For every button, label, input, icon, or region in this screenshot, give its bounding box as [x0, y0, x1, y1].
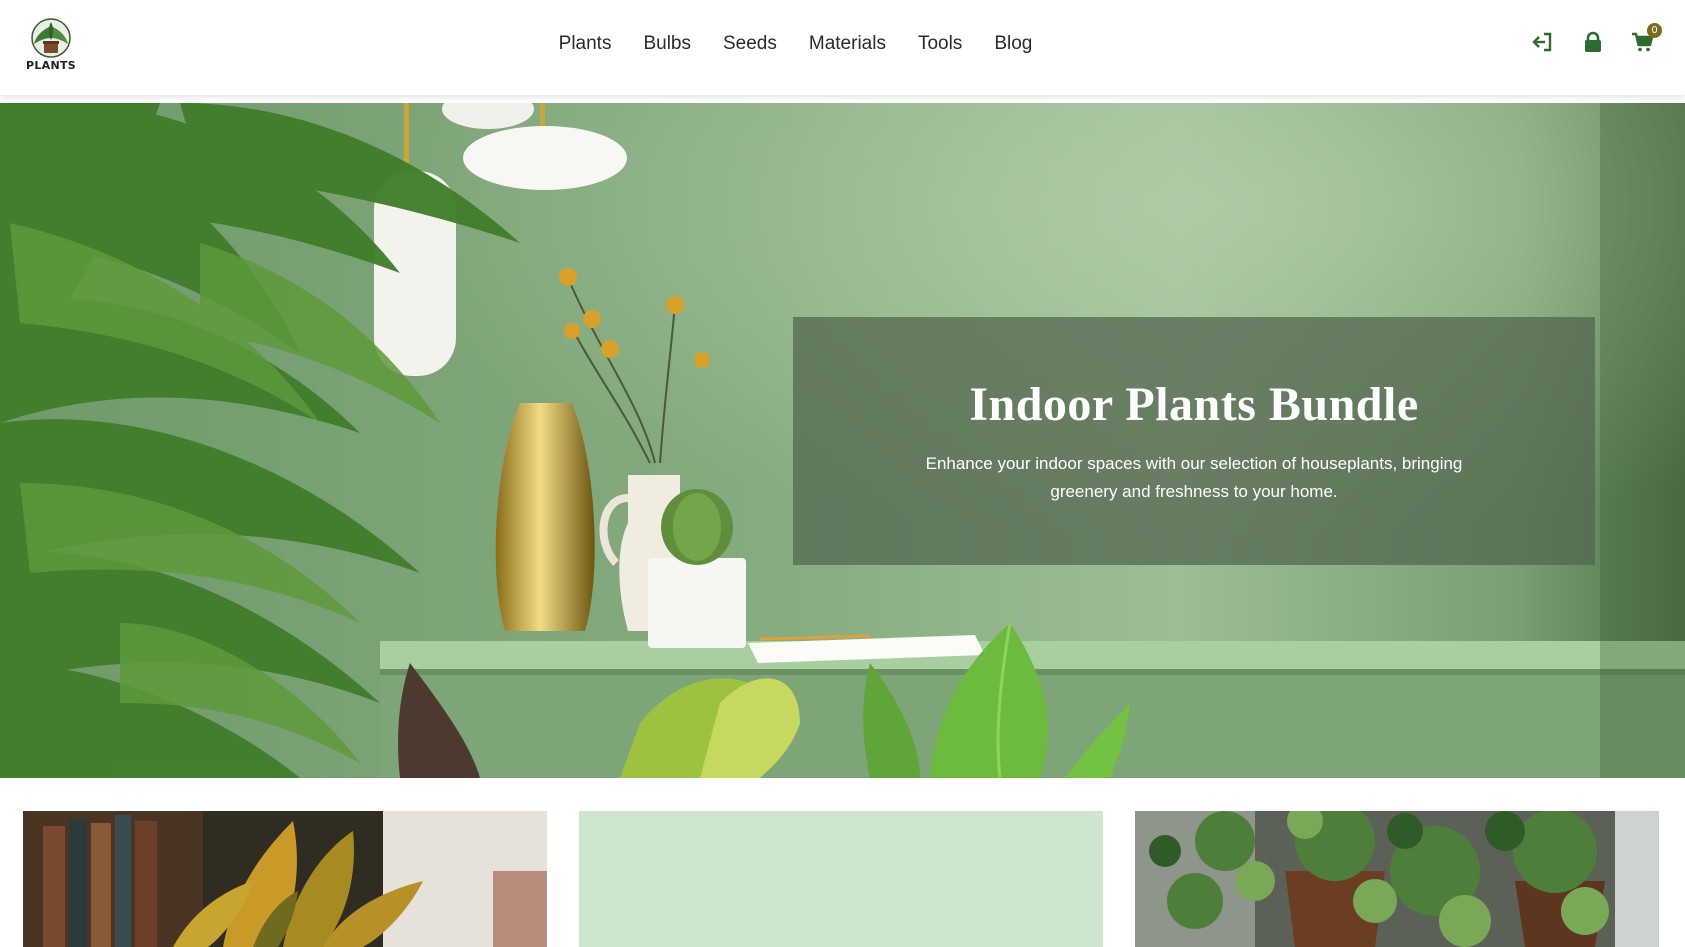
login-icon[interactable] [1531, 30, 1555, 54]
category-card-3[interactable] [1135, 811, 1659, 947]
card-image-croton [23, 811, 547, 947]
hero-title: Indoor Plants Bundle [969, 378, 1419, 431]
card-image-hanging-plants [1135, 811, 1659, 947]
main-nav: Plants Bulbs Seeds Materials Tools Blog [0, 30, 1685, 58]
category-card-2[interactable] [579, 811, 1103, 947]
lock-icon[interactable] [1581, 30, 1605, 54]
logo-text: PLANTS [25, 59, 77, 72]
nav-materials[interactable]: Materials [793, 30, 902, 58]
cart-icon[interactable]: 0 [1631, 23, 1662, 54]
site-header: PLANTS Plants Bulbs Seeds Materials Tool… [0, 0, 1685, 95]
nav-plants[interactable]: Plants [543, 30, 628, 58]
nav-blog[interactable]: Blog [978, 30, 1048, 58]
nav-bulbs[interactable]: Bulbs [627, 30, 707, 58]
nav-seeds[interactable]: Seeds [707, 30, 793, 58]
cart-count-badge: 0 [1647, 23, 1662, 38]
nav-tools[interactable]: Tools [902, 30, 978, 58]
hero-overlay-box: Indoor Plants Bundle Enhance your indoor… [793, 317, 1595, 565]
hero-banner: Indoor Plants Bundle Enhance your indoor… [0, 103, 1685, 778]
header-actions: 0 [1531, 23, 1662, 54]
hero-description: Enhance your indoor spaces with our sele… [925, 454, 1463, 501]
category-card-1[interactable] [23, 811, 547, 947]
